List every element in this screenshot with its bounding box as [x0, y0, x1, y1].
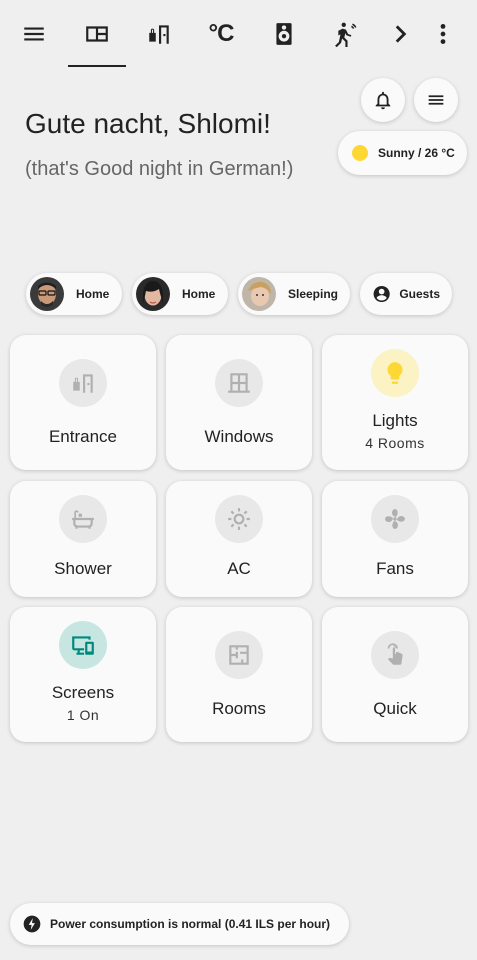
greeting-title: Gute nacht, Shlomi! — [25, 108, 271, 139]
tile-ac[interactable]: AC — [166, 481, 312, 597]
tab-windows-icon[interactable] — [77, 14, 117, 54]
fan-icon — [371, 495, 419, 543]
tile-screens[interactable]: Screens 1 On — [10, 607, 156, 742]
bathtub-icon — [59, 495, 107, 543]
avatar — [30, 277, 64, 311]
power-status-text: Power consumption is normal (0.41 ILS pe… — [50, 917, 331, 931]
tile-name: Fans — [376, 559, 414, 578]
tile-name: Entrance — [48, 427, 118, 446]
tile-subtitle: 4 Rooms — [365, 435, 425, 451]
tile-name: Lights — [372, 411, 418, 430]
tile-lights[interactable]: Lights 4 Rooms — [322, 335, 468, 470]
power-status-chip[interactable]: Power consumption is normal (0.41 ILS pe… — [10, 903, 349, 945]
person-chip-3[interactable]: Sleeping — [238, 273, 350, 315]
tile-name: Rooms — [212, 699, 266, 718]
tile-entrance[interactable]: Entrance — [10, 335, 156, 470]
monitor-cellphone-icon — [59, 621, 107, 669]
notifications-button[interactable] — [361, 78, 405, 122]
avatar — [242, 277, 276, 311]
guests-label: Guests — [399, 287, 440, 301]
weather-chip[interactable]: Sunny / 26 °C — [338, 131, 467, 175]
person-chip-2[interactable]: Home — [132, 273, 228, 315]
bell-icon — [375, 91, 391, 110]
weather-label: Sunny / 26 °C — [378, 146, 455, 160]
sidebar-menu-button[interactable] — [414, 78, 458, 122]
tile-name: AC — [227, 559, 251, 578]
menu-icon — [428, 95, 444, 105]
greeting-subtitle: (that's Good night in German!) — [25, 158, 294, 180]
account-circle-icon — [373, 285, 390, 303]
guests-chip[interactable]: Guests — [360, 273, 452, 315]
tile-quick[interactable]: Quick — [322, 607, 468, 742]
person-chip-1[interactable]: Home — [26, 273, 122, 315]
tile-name: Quick — [373, 699, 417, 718]
tile-fans[interactable]: Fans — [322, 481, 468, 597]
tile-name: Shower — [54, 559, 112, 578]
floor-plan-icon — [215, 631, 263, 679]
person-status: Sleeping — [287, 287, 338, 301]
lightning-bolt-icon — [23, 915, 41, 933]
tile-subtitle: 1 On — [66, 707, 100, 723]
tile-rooms[interactable]: Rooms — [166, 607, 312, 742]
menu-icon[interactable] — [14, 14, 54, 54]
window-icon — [215, 359, 263, 407]
avatar — [136, 277, 170, 311]
sun-icon — [352, 145, 368, 161]
chevron-right-icon[interactable] — [380, 14, 420, 54]
sun-snowflake-icon — [215, 495, 263, 543]
tab-motion-icon[interactable] — [327, 14, 367, 54]
more-vert-icon[interactable] — [423, 14, 463, 54]
door-lock-icon — [59, 359, 107, 407]
gesture-tap-icon — [371, 631, 419, 679]
tile-name: Screens — [51, 683, 115, 702]
person-status: Home — [182, 287, 216, 301]
top-tab-bar: °C — [0, 0, 477, 70]
lightbulb-icon — [371, 349, 419, 397]
tab-door-lock-icon[interactable] — [139, 14, 179, 54]
tile-shower[interactable]: Shower — [10, 481, 156, 597]
tile-windows[interactable]: Windows — [166, 335, 312, 470]
tab-climate-icon[interactable]: °C — [201, 14, 241, 54]
person-status: Home — [76, 287, 110, 301]
tile-name: Windows — [204, 427, 274, 446]
active-tab-indicator — [68, 65, 126, 67]
tab-speaker-icon[interactable] — [264, 14, 304, 54]
celsius-label: °C — [208, 20, 235, 47]
